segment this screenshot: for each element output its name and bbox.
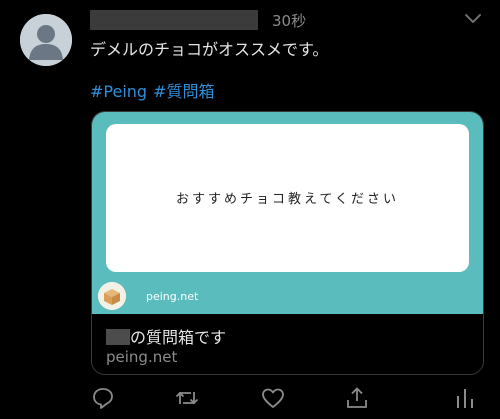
hashtag-link[interactable]: #Peing: [90, 82, 147, 101]
tweet-text: デメルのチョコがオススメです。: [90, 40, 329, 59]
card-site-label: peing.net: [146, 290, 199, 303]
reply-icon[interactable]: [90, 385, 116, 411]
card-title-text: の質問箱です: [130, 328, 227, 347]
analytics-icon[interactable]: [452, 385, 478, 411]
card-title-redacted: [106, 329, 130, 345]
tweet[interactable]: 30秒 デメルのチョコがオススメです。 #Peing #質問箱 おすすめチョコ教え…: [0, 0, 500, 419]
retweet-icon[interactable]: [174, 385, 200, 411]
tweet-timestamp[interactable]: 30秒: [272, 10, 306, 31]
card-domain: peing.net: [106, 348, 178, 366]
question-box: おすすめチョコ教えてください: [106, 124, 469, 272]
peing-logo-icon: [98, 282, 126, 310]
card-preview-image: おすすめチョコ教えてください peing.net: [92, 112, 483, 314]
share-icon[interactable]: [344, 385, 370, 411]
hashtag-link[interactable]: #質問箱: [153, 82, 214, 101]
link-card[interactable]: おすすめチョコ教えてください peing.net の質問箱です peing.ne…: [91, 111, 484, 375]
default-user-icon: [20, 14, 72, 66]
card-title: の質問箱です: [106, 324, 226, 348]
avatar[interactable]: [20, 14, 72, 66]
user-name-redacted[interactable]: [90, 10, 258, 30]
question-text: おすすめチョコ教えてください: [176, 192, 399, 207]
hashtag-list: #Peing #質問箱: [90, 78, 221, 102]
action-bar: [0, 385, 500, 413]
chevron-down-icon[interactable]: [464, 13, 482, 25]
like-icon[interactable]: [260, 385, 286, 411]
card-info: の質問箱です peing.net: [92, 314, 483, 374]
